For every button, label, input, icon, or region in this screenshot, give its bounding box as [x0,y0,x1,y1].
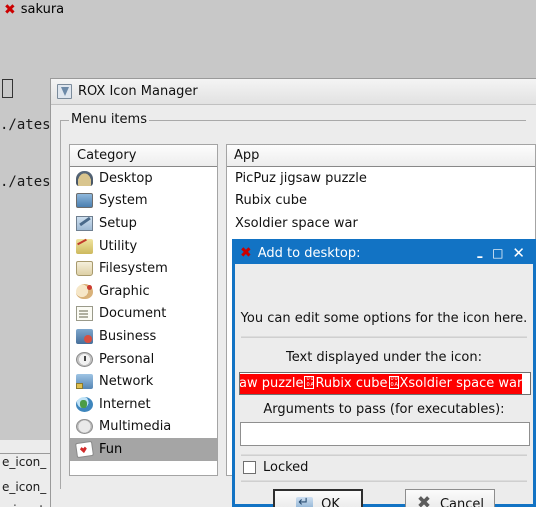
category-row-fun[interactable]: Fun [70,438,217,461]
icon-text-value: aw puzzle 0 0 0 A Rubix cube 0 0 0 A Xsoldier spac… [240,373,523,394]
dialog-title: Add to desktop: [257,245,361,261]
add-to-desktop-dialog: ✖ Add to desktop: – □ ✕ You can edit som… [232,239,536,507]
category-row-business[interactable]: Business [70,325,217,348]
control-char-glyph: 000A [388,375,399,389]
category-column-header[interactable]: Category [70,145,217,167]
category-label: Filesystem [99,261,168,277]
terminal-cursor [2,79,13,98]
media-icon [76,419,93,435]
tools-icon [76,215,93,231]
palette-icon [76,283,93,299]
rox-titlebar[interactable]: ROX Icon Manager [51,79,536,105]
category-label: Utility [99,238,138,254]
icon-text-input[interactable]: aw puzzle 0 0 0 A Rubix cube 0 0 0 A Xsoldier spac… [239,372,531,395]
terminal-prompt-line: /dev/shm/atest [0,59,536,97]
category-label: Document [99,306,167,322]
close-icon[interactable]: ✕ [512,245,525,261]
control-char-glyph: 000A [304,375,315,389]
rox-window-title: ROX Icon Manager [78,84,198,99]
app-row[interactable]: PicPuz jigsaw puzzle [227,167,535,190]
category-label: Multimedia [99,419,172,435]
category-row-personal[interactable]: Personal [70,348,217,371]
category-row-utility[interactable]: Utility [70,235,217,258]
app-row[interactable]: Xsoldier space war [227,212,535,235]
ok-button-label: OK [321,496,340,507]
dialog-description: You can edit some options for the icon h… [240,311,528,326]
locked-checkbox-row[interactable]: Locked [243,460,308,475]
category-label: Fun [99,441,123,457]
category-list-body: Desktop System Setup Utility Filesystem Graph… [70,167,217,461]
background-text-fragment: e input [2,503,44,507]
locked-checkbox[interactable] [243,461,256,474]
scissors-icon [76,238,93,254]
category-row-internet[interactable]: Internet [70,393,217,416]
menu-items-frame-label: Menu items [69,112,149,127]
desktop-icon [76,170,93,186]
terminal-title: ✖ sakura [4,2,64,17]
category-label: Network [99,374,154,390]
divider [0,453,50,454]
screen: ✖ sakura /dev/shm/atest ./atest: line 97… [0,0,536,507]
separator [241,336,527,338]
cross-icon: ✖ [416,493,432,507]
terminal-title-text: sakura [20,2,65,17]
app-label: PicPuz jigsaw puzzle [235,170,367,186]
app-list-body: PicPuz jigsaw puzzle Rubix cube Xsoldier s… [227,167,535,235]
category-label: Graphic [99,283,150,299]
category-row-document[interactable]: Document [70,303,217,326]
globe-icon [76,396,93,412]
app-close-icon: ✖ [240,245,252,261]
category-label: Internet [99,396,151,412]
category-row-filesystem[interactable]: Filesystem [70,257,217,280]
dialog-buttons: OK ✖ Cancel [235,489,533,507]
separator [241,480,527,482]
category-label: Setup [99,215,137,231]
category-list[interactable]: Category Desktop System Setup Utility Filesy… [69,144,218,476]
dialog-body: You can edit some options for the icon h… [235,264,533,507]
document-icon [76,306,93,322]
frame-border-right [135,120,526,121]
background-window-fragment: e_icon_ e_icon_ e input [0,440,51,507]
ok-button[interactable]: OK [273,489,363,507]
rox-app-icon [57,84,72,99]
maximize-icon[interactable]: □ [492,247,503,259]
category-row-system[interactable]: System [70,190,217,213]
background-text-fragment: e_icon_ [2,480,47,494]
category-label: Business [99,328,157,344]
arguments-input[interactable] [240,422,530,446]
app-row[interactable]: Rubix cube [227,190,535,213]
category-label: Personal [99,351,155,367]
separator [241,454,527,456]
background-text-fragment: e_icon_ [2,455,47,469]
dialog-titlebar[interactable]: ✖ Add to desktop: – □ ✕ [235,242,533,264]
minimize-icon[interactable]: – [477,251,484,264]
app-label: Rubix cube [235,193,308,209]
cancel-button-label: Cancel [439,496,485,507]
folder-icon [76,261,93,277]
network-icon [76,374,93,390]
chart-icon [76,328,93,344]
category-row-graphic[interactable]: Graphic [70,280,217,303]
window-controls: – □ ✕ [477,245,529,264]
enter-arrow-icon [296,495,314,507]
category-row-multimedia[interactable]: Multimedia [70,416,217,439]
app-label: Xsoldier space war [235,215,358,231]
clock-icon [76,351,93,367]
category-row-setup[interactable]: Setup [70,212,217,235]
monitor-icon [76,193,93,209]
cancel-button[interactable]: ✖ Cancel [405,489,495,507]
app-column-header[interactable]: App [227,145,535,167]
close-icon: ✖ [4,1,16,18]
locked-label: Locked [263,460,309,475]
icon-text-label: Text displayed under the icon: [286,350,482,365]
category-label: Desktop [99,170,153,186]
category-row-desktop[interactable]: Desktop [70,167,217,190]
cards-icon [75,440,94,459]
category-row-network[interactable]: Network [70,370,217,393]
category-label: System [99,193,148,209]
arguments-label: Arguments to pass (for executables): [263,402,505,417]
